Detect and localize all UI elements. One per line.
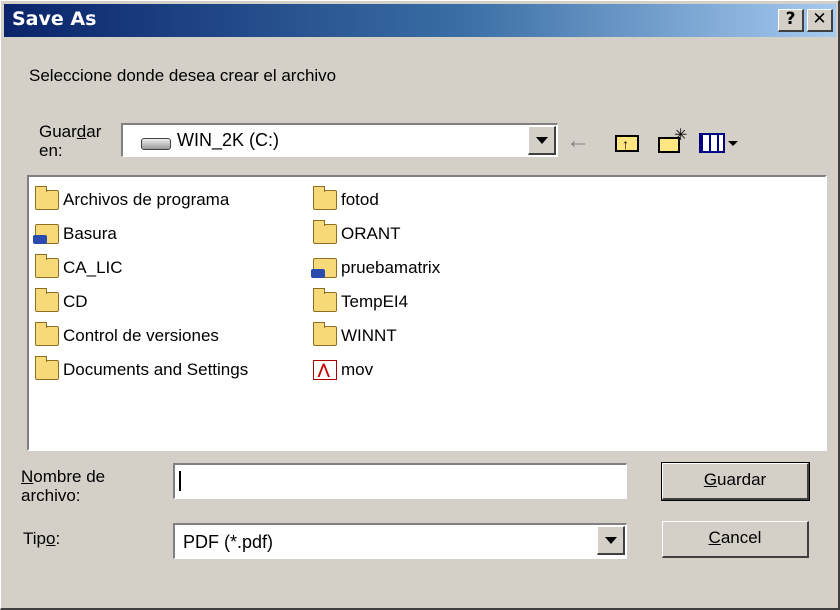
save-button-label: uardar — [717, 470, 767, 489]
pdf-file-icon — [313, 360, 337, 380]
folder-icon — [35, 254, 59, 278]
back-arrow-icon[interactable]: ← — [566, 129, 596, 155]
file-list-item[interactable]: mov — [313, 353, 440, 387]
file-list-item-label: Control de versiones — [63, 326, 219, 345]
file-list-item[interactable]: Archivos de programa — [35, 183, 248, 217]
file-list-item-label: CA_LIC — [63, 258, 123, 277]
file-list-item-label: WINNT — [341, 326, 397, 345]
file-list-item-label: mov — [341, 360, 374, 379]
save-in-dropdown-button[interactable] — [528, 126, 556, 155]
folder-icon — [35, 288, 59, 312]
file-list-item-label: TempEI4 — [341, 292, 409, 311]
shared-folder-icon — [311, 258, 337, 278]
filetype-label-part: : — [55, 529, 61, 548]
file-list-item-label: ORANT — [341, 224, 401, 243]
folder-icon — [35, 322, 59, 346]
help-button[interactable]: ? — [778, 9, 804, 32]
folder-icon — [35, 186, 59, 210]
filename-label-line2: archivo: — [21, 486, 81, 505]
save-in-label: Guardar en: — [39, 122, 101, 160]
save-button-accesskey: G — [703, 470, 718, 489]
folder-icon — [35, 356, 59, 380]
file-list-item-label: fotod — [341, 190, 379, 209]
save-button[interactable]: Guardar — [661, 462, 810, 501]
filetype-dropdown-button[interactable] — [597, 526, 625, 555]
dialog-prompt: Seleccione donde desea crear el archivo — [29, 66, 337, 85]
save-in-combo[interactable]: WIN_2K (C:) — [121, 123, 558, 157]
folder-icon — [313, 288, 337, 312]
file-list-item-label: CD — [63, 292, 88, 311]
file-list-item[interactable]: Documents and Settings — [35, 353, 248, 387]
file-list-item-label: Basura — [63, 224, 117, 243]
file-list-item[interactable]: CD — [35, 285, 248, 319]
dialog-title: Save As — [12, 8, 97, 30]
file-list-item-label: Archivos de programa — [63, 190, 230, 209]
file-list-column-1: Archivos de programa Basura CA_LIC CD Contro… — [33, 183, 248, 387]
folder-icon — [313, 220, 337, 244]
text-caret — [179, 471, 181, 491]
filetype-label: Tipo: — [23, 529, 60, 549]
save-in-value: WIN_2K (C:) — [177, 130, 280, 150]
filename-label-accesskey: N — [21, 467, 34, 486]
filename-label-part: ombre de — [33, 467, 106, 486]
folder-icon — [313, 186, 337, 210]
save-in-label-accesskey: d — [76, 122, 87, 141]
file-list-item[interactable]: ORANT — [313, 217, 440, 251]
file-list-item[interactable]: CA_LIC — [35, 251, 248, 285]
file-list-item-label: Documents and Settings — [63, 360, 249, 379]
up-folder-icon[interactable]: ↑ — [613, 129, 643, 155]
file-list-item[interactable]: TempEI4 — [313, 285, 440, 319]
filetype-label-part: Tip — [23, 529, 46, 548]
folder-icon — [313, 322, 337, 346]
cancel-button-label: ancel — [720, 528, 762, 547]
drive-icon — [141, 138, 171, 150]
filename-input[interactable] — [173, 463, 627, 499]
filetype-value: PDF (*.pdf) — [183, 532, 274, 552]
file-list[interactable]: Archivos de programa Basura CA_LIC CD Contro… — [27, 175, 827, 451]
title-bar[interactable]: Save As ? ✕ — [4, 4, 836, 37]
filename-label: Nombre de archivo: — [21, 467, 105, 505]
shared-folder-icon — [33, 224, 59, 244]
save-as-dialog: Save As ? ✕ Seleccione donde desea crear… — [0, 0, 840, 610]
save-in-label-line2: en: — [39, 141, 63, 160]
cancel-button[interactable]: Cancel — [662, 521, 809, 558]
new-folder-icon[interactable]: ✳ — [656, 127, 687, 155]
filetype-combo[interactable]: PDF (*.pdf) — [173, 523, 627, 559]
close-button[interactable]: ✕ — [807, 9, 833, 32]
cancel-button-accesskey: C — [708, 528, 721, 547]
file-list-item[interactable]: WINNT — [313, 319, 440, 353]
file-list-item[interactable]: fotod — [313, 183, 440, 217]
file-list-item-label: pruebamatrix — [341, 258, 441, 277]
save-in-label-part: Guar — [39, 122, 77, 141]
save-in-label-part: ar — [86, 122, 102, 141]
file-list-item[interactable]: Control de versiones — [35, 319, 248, 353]
file-list-item[interactable]: Basura — [33, 217, 248, 251]
file-list-column-2: fotod ORANT pruebamatrix TempEI4 WINNT mov — [311, 183, 441, 387]
view-menu-icon[interactable] — [699, 129, 739, 155]
file-list-item[interactable]: pruebamatrix — [311, 251, 441, 285]
